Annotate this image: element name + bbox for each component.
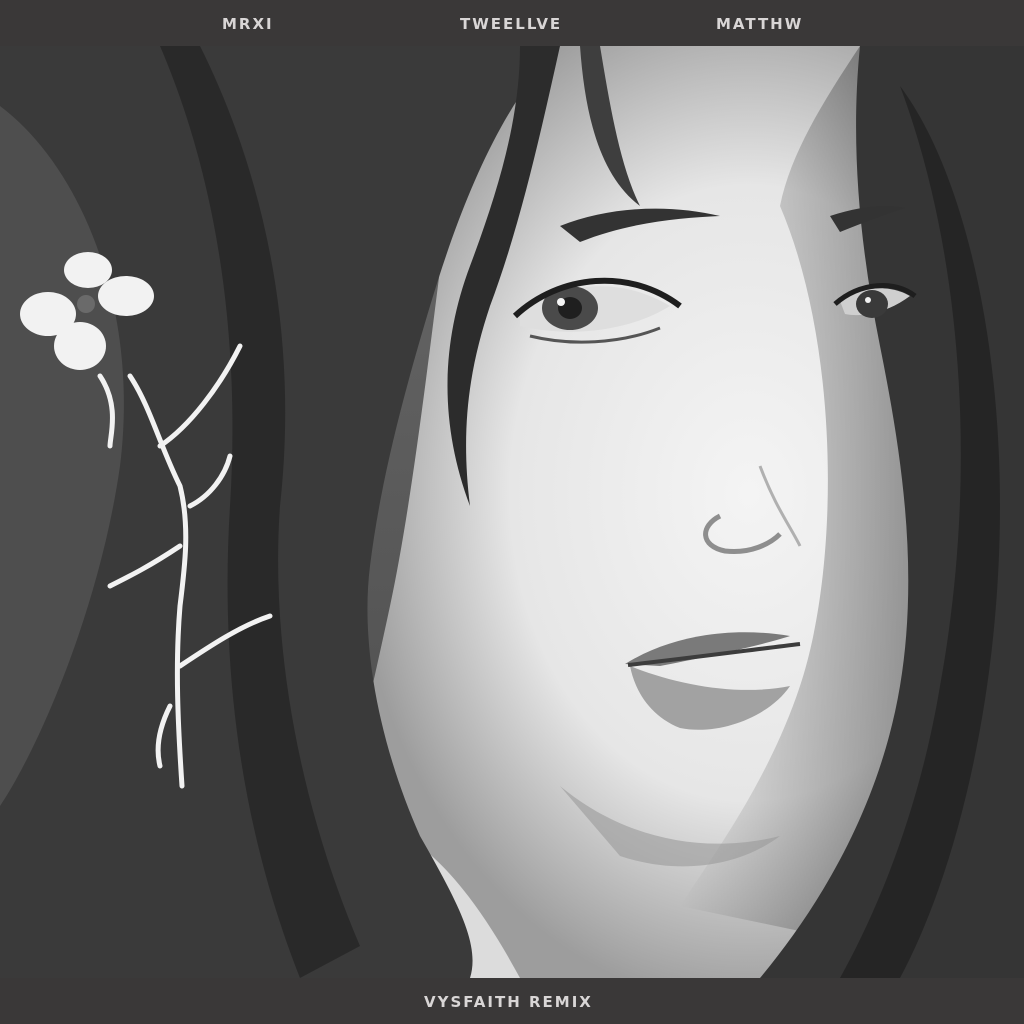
portrait-illustration — [0, 46, 1024, 978]
artist-name-3: MATTHW — [716, 15, 804, 33]
portrait-artwork — [0, 46, 1024, 978]
album-cover: MRXI TWEELLVE MATTHW VYSFAITH REMIX — [0, 0, 1024, 1024]
remix-bar: VYSFAITH REMIX — [0, 978, 1024, 1024]
remix-label: VYSFAITH REMIX — [424, 993, 593, 1011]
artist-bar: MRXI TWEELLVE MATTHW — [0, 0, 1024, 46]
artist-name-2: TWEELLVE — [460, 15, 563, 33]
artist-name-1: MRXI — [222, 15, 274, 33]
